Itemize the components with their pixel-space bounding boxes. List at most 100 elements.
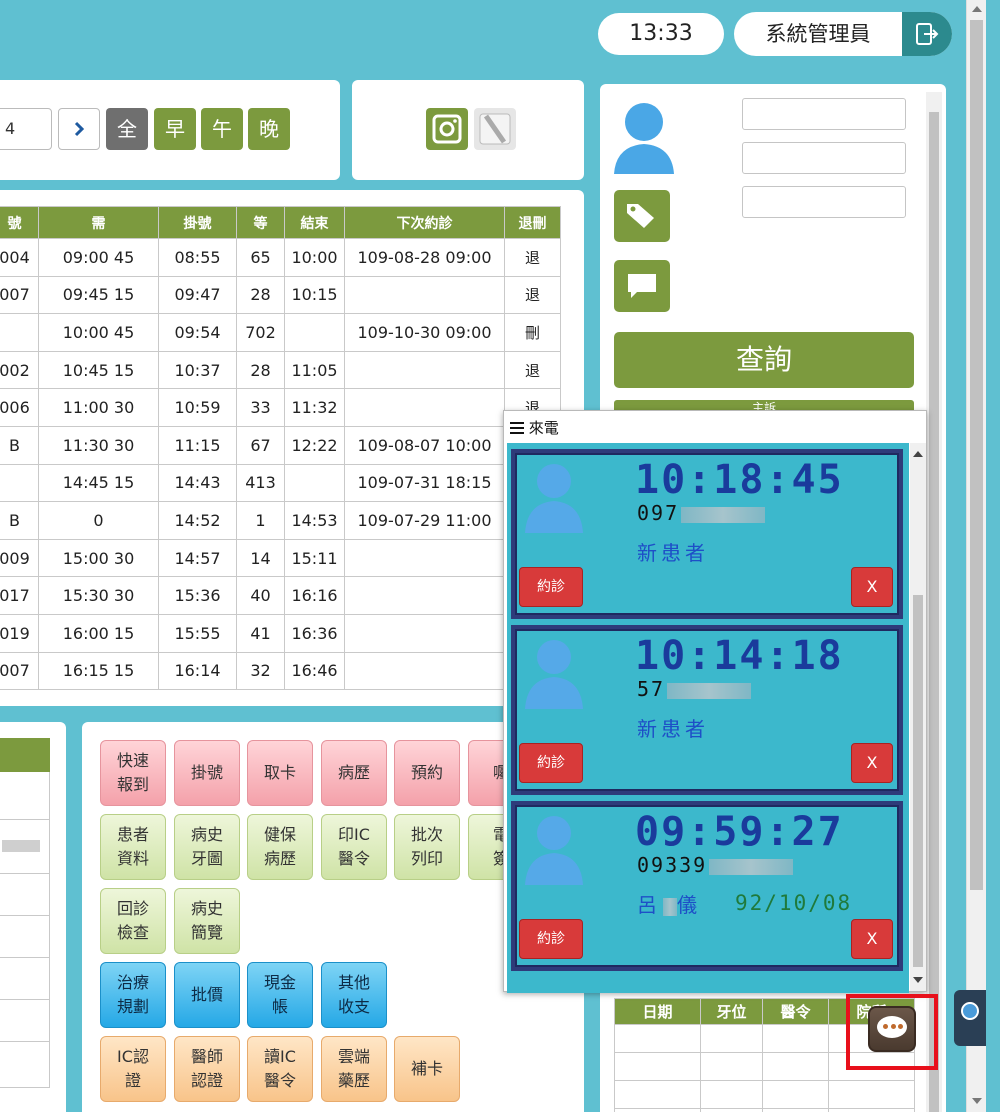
function-button[interactable]: 補卡 xyxy=(394,1036,460,1102)
dismiss-call-button[interactable]: X xyxy=(851,743,893,783)
list-item[interactable] xyxy=(0,1042,50,1088)
function-button[interactable]: 病歷 xyxy=(321,740,387,806)
function-button[interactable]: 雲端 藥歷 xyxy=(321,1036,387,1102)
function-button[interactable]: 預約 xyxy=(394,740,460,806)
table-row[interactable]: 002 10:45 15 10:37 28 11:05 退 xyxy=(0,350,561,390)
function-button[interactable]: 掛號 xyxy=(174,740,240,806)
table-row[interactable]: 007 16:15 15 16:14 32 16:46 xyxy=(0,651,561,691)
user-pill[interactable]: 系統管理員 xyxy=(734,12,952,56)
camera-button[interactable] xyxy=(426,108,468,150)
shift-morning-button[interactable]: 早 xyxy=(154,108,196,150)
scroll-up-arrow[interactable] xyxy=(913,451,923,457)
next-day-button[interactable] xyxy=(58,108,100,150)
patient-field-2[interactable] xyxy=(742,142,906,174)
call-card: 10:18:45 097 新患者 約診 X xyxy=(511,449,903,619)
cell-action[interactable]: 退 xyxy=(504,350,561,390)
cell-need: 10:00 45 xyxy=(38,313,159,352)
caller-status-tail: 儀 xyxy=(677,893,701,917)
cell-end xyxy=(284,313,345,352)
cell-wait: 41 xyxy=(236,613,285,653)
function-button[interactable]: 病史 簡覽 xyxy=(174,888,240,954)
cell-action[interactable]: 退 xyxy=(504,238,561,277)
list-item[interactable] xyxy=(0,874,50,916)
function-button[interactable]: 批次 列印 xyxy=(394,814,460,880)
function-button[interactable]: 快速 報到 xyxy=(100,740,166,806)
schedule-table: 號 需 掛號 等 結束 下次約診 退刪 004 09:00 45 08:55 65 10… xyxy=(0,206,561,691)
function-button[interactable]: 其他 收支 xyxy=(321,962,387,1028)
table-row[interactable]: 019 16:00 15 15:55 41 16:36 xyxy=(0,613,561,653)
function-button[interactable]: 健保 病歷 xyxy=(247,814,313,880)
scroll-thumb[interactable] xyxy=(929,112,939,1112)
table-row[interactable]: B 0 14:52 1 14:53 109-07-29 11:00 xyxy=(0,501,561,540)
list-item[interactable] xyxy=(0,820,50,874)
list-item[interactable] xyxy=(0,772,50,820)
caller-avatar-icon xyxy=(525,816,583,885)
cell-next-appointment: 109-08-07 10:00 xyxy=(344,425,505,465)
table-row[interactable]: B 11:30 30 11:15 67 12:22 109-08-07 10:00 xyxy=(0,425,561,465)
function-button[interactable]: 回診 檢查 xyxy=(100,888,166,954)
function-button[interactable]: 印IC 醫令 xyxy=(321,814,387,880)
patient-field-1[interactable] xyxy=(742,98,906,130)
shift-afternoon-button[interactable]: 午 xyxy=(201,108,243,150)
caller-phone-number: 57 xyxy=(637,677,666,701)
table-row[interactable]: 14:45 15 14:43 413 109-07-31 18:15 xyxy=(0,463,561,503)
shift-evening-button[interactable]: 晚 xyxy=(248,108,290,150)
function-button-label: 認證 xyxy=(190,1071,223,1090)
patient-field-3[interactable] xyxy=(742,186,906,218)
table-row[interactable]: 017 15:30 30 15:36 40 16:16 xyxy=(0,576,561,615)
table-row[interactable]: 004 09:00 45 08:55 65 10:00 109-08-28 09:00 退 xyxy=(0,238,561,277)
function-button-label: 列印 xyxy=(410,849,443,868)
side-panel-scrollbar[interactable] xyxy=(926,92,942,1112)
list-item[interactable] xyxy=(0,1000,50,1042)
list-item[interactable] xyxy=(0,958,50,1000)
popup-scrollbar[interactable] xyxy=(910,443,926,991)
remote-support-tab[interactable] xyxy=(954,990,986,1046)
function-button[interactable]: 患者 資料 xyxy=(100,814,166,880)
table-row[interactable]: 009 15:00 30 14:57 14 15:11 xyxy=(0,538,561,578)
function-button[interactable]: 取卡 xyxy=(247,740,313,806)
cell-action[interactable]: 刪 xyxy=(504,313,561,352)
shift-all-button[interactable]: 全 xyxy=(106,108,148,150)
scanner-button[interactable] xyxy=(474,108,516,150)
date-input[interactable]: 4 xyxy=(0,108,52,150)
query-button[interactable]: 查詢 xyxy=(614,332,914,388)
page-scrollbar[interactable] xyxy=(966,0,986,1112)
table-row[interactable]: 10:00 45 09:54 702 109-10-30 09:00 刪 xyxy=(0,313,561,352)
book-appointment-button[interactable]: 約診 xyxy=(519,919,583,959)
scroll-down-arrow[interactable] xyxy=(972,1098,982,1104)
function-button-label: 帳 xyxy=(271,997,288,1016)
chat-button[interactable] xyxy=(868,1006,916,1052)
function-button-label: 病史 xyxy=(190,899,223,918)
function-button[interactable]: IC認證 xyxy=(100,1036,166,1102)
scroll-up-arrow[interactable] xyxy=(972,6,982,12)
list-item[interactable] xyxy=(0,916,50,958)
cell-registered: 09:47 xyxy=(158,275,237,315)
scroll-thumb[interactable] xyxy=(913,595,923,967)
dismiss-call-button[interactable]: X xyxy=(851,567,893,607)
col-need: 需 xyxy=(38,206,159,239)
function-button[interactable]: 批價 xyxy=(174,962,240,1028)
function-button-label: 現金 xyxy=(263,973,296,992)
dismiss-call-button[interactable]: X xyxy=(851,919,893,959)
logout-button[interactable] xyxy=(902,12,952,56)
tag-button[interactable] xyxy=(614,190,670,242)
function-button[interactable]: 現金帳 xyxy=(247,962,313,1028)
book-appointment-button[interactable]: 約診 xyxy=(519,743,583,783)
scroll-thumb[interactable] xyxy=(970,20,983,890)
cell-end: 11:05 xyxy=(284,350,345,390)
cell-end: 15:11 xyxy=(284,538,345,578)
function-button[interactable]: 醫師 認證 xyxy=(174,1036,240,1102)
menu-icon[interactable] xyxy=(510,420,524,438)
message-button[interactable] xyxy=(614,260,670,312)
function-button-label: 簡覽 xyxy=(190,923,223,942)
function-button[interactable]: 讀IC 醫令 xyxy=(247,1036,313,1102)
table-row[interactable]: 007 09:45 15 09:47 28 10:15 退 xyxy=(0,275,561,315)
function-button[interactable]: 病史 牙圖 xyxy=(174,814,240,880)
scroll-down-arrow[interactable] xyxy=(913,977,923,983)
table-row[interactable]: 006 11:00 30 10:59 33 11:32 退 xyxy=(0,388,561,427)
function-button[interactable]: 治療 規劃 xyxy=(100,962,166,1028)
book-appointment-button[interactable]: 約診 xyxy=(519,567,583,607)
popup-title-text: 來電 xyxy=(528,419,559,437)
cell-action[interactable]: 退 xyxy=(504,275,561,315)
function-button-label: 證 xyxy=(124,1071,141,1090)
